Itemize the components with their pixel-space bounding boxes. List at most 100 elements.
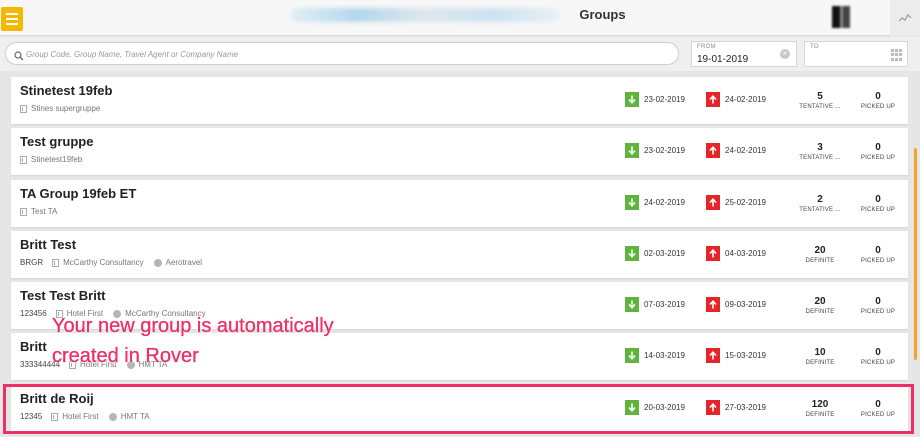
picked-up-stat: 0 PICKED UP [848, 91, 908, 110]
search-row: FROM 19-01-2019 × TO [0, 37, 920, 71]
arrival-arrow-down-icon [625, 297, 639, 312]
picked-up-stat: 0 PICKED UP [848, 194, 908, 213]
picked-up-label: PICKED UP [860, 207, 896, 213]
picked-up-stat: 0 PICKED UP [848, 296, 908, 315]
rooms-status: 2 TENTATIVE ... [790, 194, 850, 213]
group-company: Test TA [31, 207, 58, 216]
rooms-status: 3 TENTATIVE ... [790, 142, 850, 161]
group-company: McCarthy Consultancy [63, 258, 144, 267]
date-from-label: FROM [697, 44, 716, 50]
group-name: Test Test Britt [20, 288, 106, 303]
group-code: 123456 [20, 309, 47, 318]
rooms-status: 5 TENTATIVE ... [790, 91, 850, 110]
clear-icon[interactable]: × [780, 49, 790, 59]
arrival-arrow-down-icon [625, 92, 639, 107]
group-meta: 12345 Hotel First HMT TA [20, 412, 160, 421]
group-row[interactable]: Stinetest 19feb Stines supergruppe 23-02… [11, 77, 908, 124]
group-row[interactable]: TA Group 19feb ET Test TA 24-02-2019 25-… [11, 180, 908, 227]
arrival-date: 23-02-2019 [644, 95, 685, 104]
arrival-date: 20-03-2019 [644, 403, 685, 412]
picked-up-count: 0 [875, 399, 881, 410]
departure-date: 09-03-2019 [725, 300, 766, 309]
activity-chart-icon[interactable] [890, 0, 920, 36]
travel-agent-globe-icon [153, 258, 162, 267]
rooms-count: 3 [817, 142, 823, 153]
picked-up-label: PICKED UP [860, 309, 896, 315]
group-row[interactable]: Britt Test BRGR McCarthy Consultancy Aer… [11, 231, 908, 278]
group-status: DEFINITE [805, 309, 835, 315]
group-agent: Aerotravel [165, 258, 203, 267]
departure-date: 25-02-2019 [725, 198, 766, 207]
group-row[interactable]: Test gruppe Stinetest19feb 23-02-2019 24… [11, 128, 908, 175]
company-building-icon [52, 258, 60, 267]
departure-arrow-up-icon [706, 143, 720, 158]
date-to-field[interactable]: TO [804, 41, 908, 67]
group-code: BRGR [20, 258, 44, 267]
rooms-status: 120 DEFINITE [790, 399, 850, 418]
picked-up-stat: 0 PICKED UP [848, 245, 908, 264]
scrollbar[interactable] [914, 148, 917, 360]
search-box[interactable] [5, 42, 679, 65]
group-status: DEFINITE [805, 412, 835, 418]
avatar[interactable] [832, 6, 850, 28]
search-input[interactable] [26, 46, 666, 62]
page-title: Groups [579, 7, 626, 22]
annotation-callout: Your new group is automatically created … [52, 315, 334, 367]
groups-list: Stinetest 19feb Stines supergruppe 23-02… [0, 72, 920, 437]
departure-arrow-up-icon [706, 348, 720, 363]
rooms-status: 10 DEFINITE [790, 347, 850, 366]
calendar-grid-icon[interactable] [891, 49, 903, 61]
picked-up-label: PICKED UP [860, 258, 896, 264]
group-row[interactable]: Britt de Roij 12345 Hotel First HMT TA 2… [11, 385, 908, 432]
group-status: DEFINITE [805, 360, 835, 366]
group-status: TENTATIVE ... [799, 104, 841, 110]
rooms-count: 20 [814, 296, 826, 307]
departure-arrow-up-icon [706, 297, 720, 312]
rooms-count: 20 [814, 245, 826, 256]
group-name: Stinetest 19feb [20, 83, 113, 98]
picked-up-count: 0 [875, 91, 881, 102]
blurred-brand-logo [290, 8, 560, 22]
arrival-date: 23-02-2019 [644, 146, 685, 155]
departure-date: 04-03-2019 [725, 249, 766, 258]
departure-arrow-up-icon [706, 195, 720, 210]
arrival-arrow-down-icon [625, 400, 639, 415]
top-bar: Groups [0, 0, 920, 36]
arrival-arrow-down-icon [625, 348, 639, 363]
arrival-arrow-down-icon [625, 143, 639, 158]
hamburger-menu-icon[interactable] [1, 7, 23, 31]
group-status: TENTATIVE ... [799, 155, 841, 161]
departure-date: 24-02-2019 [725, 95, 766, 104]
picked-up-count: 0 [875, 296, 881, 307]
group-meta: BRGR McCarthy Consultancy Aerotravel [20, 258, 212, 267]
group-name: Britt [20, 339, 47, 354]
group-meta: Test TA [20, 207, 77, 216]
departure-date: 24-02-2019 [725, 146, 766, 155]
group-company: Hotel First [62, 412, 99, 421]
picked-up-count: 0 [875, 347, 881, 358]
picked-up-label: PICKED UP [860, 104, 896, 110]
picked-up-stat: 0 PICKED UP [848, 142, 908, 161]
company-building-icon [20, 207, 27, 216]
rooms-status: 20 DEFINITE [790, 296, 850, 315]
date-from-field[interactable]: FROM 19-01-2019 × [691, 41, 797, 67]
group-company: Stinetest19feb [31, 155, 83, 164]
rooms-count: 5 [817, 91, 823, 102]
rooms-count: 120 [811, 399, 829, 410]
picked-up-count: 0 [875, 194, 881, 205]
arrival-date: 07-03-2019 [644, 300, 685, 309]
arrival-date: 02-03-2019 [644, 249, 685, 258]
departure-arrow-up-icon [706, 246, 720, 261]
picked-up-count: 0 [875, 142, 881, 153]
picked-up-count: 0 [875, 245, 881, 256]
group-name: Test gruppe [20, 134, 94, 149]
picked-up-label: PICKED UP [860, 412, 896, 418]
company-building-icon [20, 155, 27, 164]
group-company: Stines supergruppe [31, 104, 101, 113]
group-status: DEFINITE [805, 258, 835, 264]
departure-arrow-up-icon [706, 400, 720, 415]
group-status: TENTATIVE ... [799, 207, 841, 213]
picked-up-stat: 0 PICKED UP [848, 347, 908, 366]
company-building-icon [20, 104, 27, 113]
group-meta: Stinetest19feb [20, 155, 102, 164]
